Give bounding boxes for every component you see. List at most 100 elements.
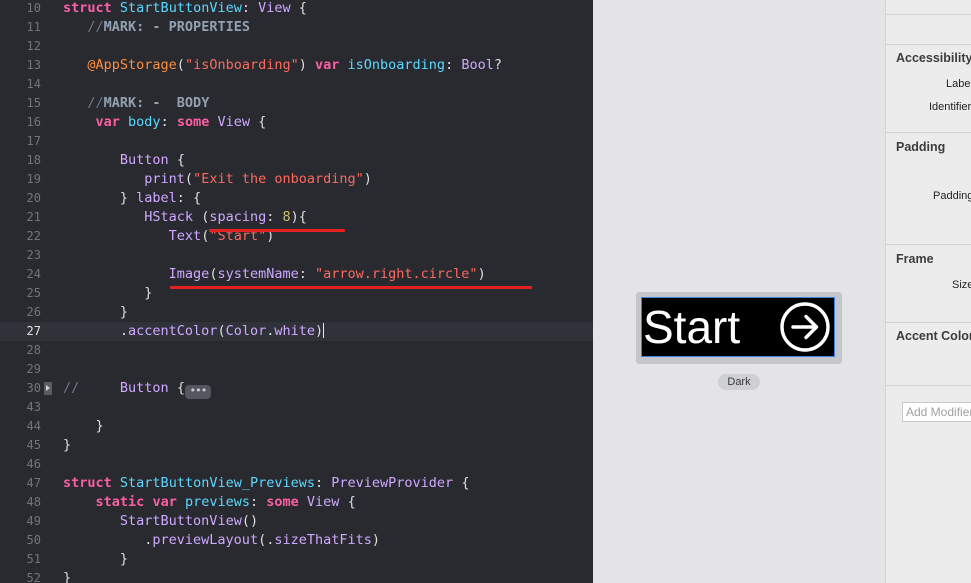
code-token: ) <box>363 171 372 187</box>
code-token: ( <box>217 323 226 339</box>
text-cursor <box>323 323 325 338</box>
frame-size-label: Size <box>952 279 971 291</box>
code-line[interactable]: 49 StartButtonView() <box>0 512 593 531</box>
line-number: 27 <box>26 324 41 338</box>
code-line[interactable]: 19 print("Exit the onboarding") <box>0 170 593 189</box>
code-line[interactable]: 46 <box>0 455 593 474</box>
code-token: StartButtonView_Previews <box>119 475 315 491</box>
code-line[interactable]: 13 @AppStorage("isOnboarding") var isOnb… <box>0 56 593 75</box>
code-token: ){ <box>290 209 307 225</box>
code-token: accentColor <box>128 323 218 339</box>
code-token: ( <box>184 171 194 187</box>
code-line[interactable]: 30 // Button {••• <box>0 379 593 399</box>
code-line[interactable]: 23 <box>0 246 593 265</box>
code-line[interactable]: 27 .accentColor(Color.white) <box>0 322 593 341</box>
code-token: var <box>315 57 340 73</box>
code-token: ( <box>193 209 210 225</box>
code-line[interactable]: 50 .previewLayout(.sizeThatFits) <box>0 531 593 550</box>
preview-canvas[interactable]: Start Dark <box>593 0 885 583</box>
accessibility-section-title: Accessibility <box>896 51 971 65</box>
code-text: } <box>63 417 104 436</box>
code-token: MARK: - BODY <box>103 95 210 111</box>
code-line[interactable]: 47 struct StartButtonView_Previews: Previ… <box>0 474 593 493</box>
line-number: 23 <box>26 248 41 262</box>
code-line[interactable]: 10 struct StartButtonView: View { <box>0 0 593 18</box>
code-token: { <box>453 475 470 491</box>
line-number: 13 <box>26 58 41 72</box>
code-token: some <box>266 494 299 510</box>
code-editor[interactable]: 10 struct StartButtonView: View {11 //MAR… <box>0 0 593 583</box>
code-line[interactable]: 48 static var previews: some View { <box>0 493 593 512</box>
code-line[interactable]: 11 //MARK: - PROPERTIES <box>0 18 593 37</box>
code-token: { <box>250 114 267 130</box>
code-token: : { <box>176 190 202 206</box>
line-number: 20 <box>26 191 41 205</box>
code-token: MARK: - PROPERTIES <box>103 19 250 35</box>
code-token: { <box>290 0 307 16</box>
line-number: 19 <box>26 172 41 186</box>
code-token: var <box>152 494 177 510</box>
line-number: 45 <box>26 438 41 452</box>
code-line[interactable]: 43 <box>0 398 593 417</box>
code-line[interactable]: 52} <box>0 569 593 583</box>
line-number: 49 <box>26 514 41 528</box>
code-line[interactable]: 51 } <box>0 550 593 569</box>
code-token: } <box>63 551 129 567</box>
add-modifier-field[interactable]: Add Modifier <box>902 402 971 422</box>
line-number: 10 <box>26 1 41 15</box>
folded-code-pill[interactable]: ••• <box>184 385 211 399</box>
inspector-divider <box>886 14 971 15</box>
code-line[interactable]: 12 <box>0 37 593 56</box>
code-text: } <box>63 550 128 569</box>
line-number: 24 <box>26 267 41 281</box>
code-line[interactable]: 21 HStack (spacing: 8){ <box>0 208 593 227</box>
fold-ribbon-marker[interactable] <box>44 382 52 395</box>
code-token: "Exit the onboarding" <box>193 171 364 187</box>
code-line[interactable]: 14 <box>0 75 593 94</box>
start-button-preview[interactable]: Start <box>641 297 835 357</box>
code-line[interactable]: 29 <box>0 360 593 379</box>
code-token: struct <box>63 0 112 16</box>
line-number: 11 <box>26 20 41 34</box>
code-line[interactable]: 24 Image(systemName: "arrow.right.circle… <box>0 265 593 284</box>
code-text: struct StartButtonView_Previews: Preview… <box>63 474 469 493</box>
code-token: . <box>63 532 153 548</box>
code-line[interactable]: 28 <box>0 341 593 360</box>
code-line[interactable]: 45} <box>0 436 593 455</box>
code-token: } <box>63 570 72 583</box>
code-token: sizeThatFits <box>274 532 372 548</box>
code-token: View <box>217 114 250 130</box>
code-text: static var previews: some View { <box>63 493 356 512</box>
preview-frame[interactable]: Start <box>636 292 842 364</box>
code-line[interactable]: 15 //MARK: - BODY <box>0 94 593 113</box>
code-line[interactable]: 17 <box>0 132 593 151</box>
line-number: 52 <box>26 571 41 583</box>
padding-section-title: Padding <box>896 140 946 154</box>
line-number: 16 <box>26 115 41 129</box>
code-line[interactable]: 18 Button { <box>0 151 593 170</box>
code-line[interactable]: 44 } <box>0 417 593 436</box>
code-token: PreviewProvider <box>331 475 454 491</box>
color-scheme-badge: Dark <box>718 374 760 390</box>
code-text: Button { <box>63 151 185 170</box>
code-text: struct StartButtonView: View { <box>63 0 307 18</box>
line-number: 17 <box>26 134 41 148</box>
code-token: ( <box>176 57 185 73</box>
code-token: } <box>63 437 72 453</box>
line-number: 14 <box>26 77 41 91</box>
code-token: // <box>87 95 104 111</box>
code-token: } <box>63 304 129 320</box>
code-line[interactable]: 16 var body: some View { <box>0 113 593 132</box>
code-line[interactable]: 26 } <box>0 303 593 322</box>
code-token: previews <box>184 494 250 510</box>
code-token: } <box>63 285 153 301</box>
annotation-underline-spacing <box>209 229 345 232</box>
code-line[interactable]: 20 } label: { <box>0 189 593 208</box>
line-number: 48 <box>26 495 41 509</box>
